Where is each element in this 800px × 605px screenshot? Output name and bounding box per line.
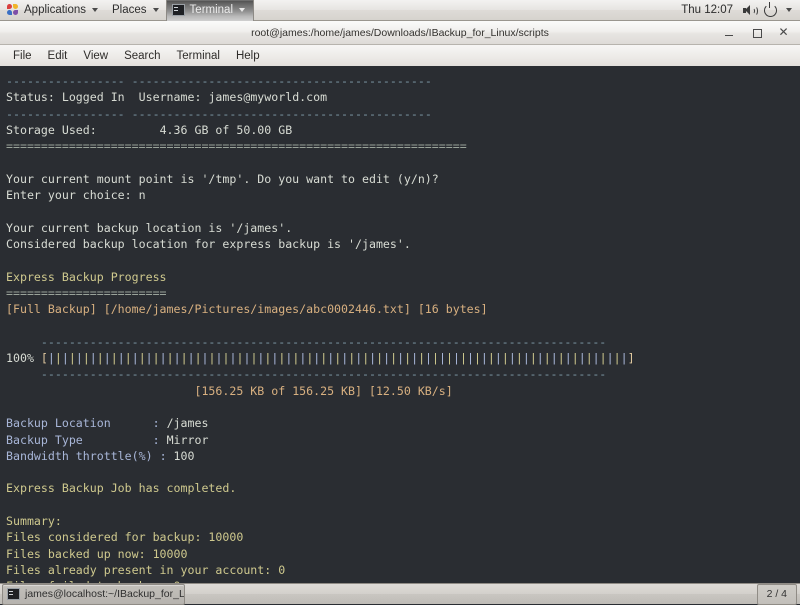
detail-value-0: /james bbox=[167, 416, 209, 430]
progress-bar-fill: ||||||||||||||||||||||||||||||||||||||||… bbox=[48, 351, 628, 365]
window-list-item-terminal[interactable]: james@localhost:~/IBackup_for_Li... bbox=[2, 584, 185, 605]
window-controls: ✕ bbox=[723, 21, 796, 44]
applications-menu[interactable]: Applications bbox=[0, 0, 105, 21]
gap bbox=[111, 416, 153, 430]
gap bbox=[6, 384, 194, 398]
gap bbox=[167, 449, 174, 463]
workspace-indicator-label: 2 / 4 bbox=[767, 588, 787, 600]
volume-icon[interactable] bbox=[743, 5, 756, 16]
storage-used-label: Storage Used: bbox=[6, 123, 97, 137]
separator-line-mid-left: ----------------- bbox=[6, 107, 125, 121]
gap bbox=[160, 433, 167, 447]
menu-edit[interactable]: Edit bbox=[40, 48, 76, 64]
separator-line-mid-right: ----------------------------------------… bbox=[132, 107, 432, 121]
current-file-line: [Full Backup] [/home/james/Pictures/imag… bbox=[6, 302, 488, 316]
summary-line-2: Files already present in your account: 0 bbox=[6, 563, 285, 577]
mount-point-prompt: Your current mount point is '/tmp'. Do y… bbox=[6, 172, 439, 186]
summary-heading: Summary: bbox=[6, 514, 62, 528]
window-title: root@james:/home/james/Downloads/IBackup… bbox=[251, 27, 549, 39]
menu-search[interactable]: Search bbox=[116, 48, 168, 64]
gap bbox=[34, 351, 41, 365]
heavy-rule: ========================================… bbox=[6, 139, 467, 153]
gap bbox=[125, 90, 139, 104]
summary-line-0: Files considered for backup: 10000 bbox=[6, 530, 243, 544]
terminal-screen[interactable]: ----------------- ----------------------… bbox=[0, 67, 800, 585]
chevron-down-icon bbox=[153, 8, 159, 12]
backup-location-line: Your current backup location is '/james'… bbox=[6, 221, 292, 235]
minimize-button[interactable] bbox=[723, 26, 736, 39]
places-menu-label: Places bbox=[112, 4, 147, 16]
gap bbox=[6, 367, 41, 381]
detail-sep-2: : bbox=[160, 449, 167, 463]
progress-heading: Express Backup Progress bbox=[6, 270, 167, 284]
express-location-line: Considered backup location for express b… bbox=[6, 237, 411, 251]
terminal-output: ----------------- ----------------------… bbox=[6, 73, 800, 585]
applications-logo-icon bbox=[7, 4, 19, 16]
window-menu-terminal[interactable]: Terminal bbox=[166, 0, 254, 21]
maximize-button[interactable] bbox=[750, 26, 763, 39]
window-menu-label: Terminal bbox=[190, 4, 233, 16]
progress-close-bracket: ] bbox=[628, 351, 635, 365]
bottom-panel: james@localhost:~/IBackup_for_Li... 2 / … bbox=[0, 583, 800, 604]
menu-view[interactable]: View bbox=[75, 48, 116, 64]
progress-rule-top: ----------------------------------------… bbox=[41, 335, 606, 349]
gap bbox=[97, 123, 160, 137]
terminal-menubar: File Edit View Search Terminal Help bbox=[0, 45, 800, 67]
clock[interactable]: Thu 12:07 bbox=[673, 4, 741, 16]
separator-line-top-left: ----------------- bbox=[6, 74, 125, 88]
choice-line: Enter your choice: n bbox=[6, 188, 146, 202]
system-tray bbox=[741, 4, 800, 17]
terminal-icon bbox=[7, 588, 20, 600]
progress-heading-rule: ======================= bbox=[6, 286, 167, 300]
detail-label-2: Bandwidth throttle(%) bbox=[6, 449, 153, 463]
workspace-switcher[interactable]: 2 / 4 bbox=[757, 584, 797, 605]
detail-value-2: 100 bbox=[174, 449, 195, 463]
close-icon[interactable]: ✕ bbox=[777, 26, 790, 39]
gap bbox=[83, 433, 153, 447]
progress-rule-bottom: ----------------------------------------… bbox=[41, 367, 606, 381]
detail-sep-1: : bbox=[153, 433, 160, 447]
gap bbox=[125, 74, 132, 88]
detail-label-0: Backup Location bbox=[6, 416, 111, 430]
applications-menu-label: Applications bbox=[24, 4, 86, 16]
progress-percent: 100% bbox=[6, 351, 34, 365]
terminal-icon bbox=[172, 4, 185, 16]
status-line: Status: Logged In bbox=[6, 90, 125, 104]
terminal-window: root@james:/home/james/Downloads/IBackup… bbox=[0, 21, 800, 583]
detail-sep-0: : bbox=[153, 416, 160, 430]
terminal-titlebar[interactable]: root@james:/home/james/Downloads/IBackup… bbox=[0, 21, 800, 45]
gap bbox=[125, 107, 132, 121]
menu-terminal[interactable]: Terminal bbox=[169, 48, 228, 64]
gap bbox=[160, 416, 167, 430]
places-menu[interactable]: Places bbox=[105, 0, 166, 21]
gap bbox=[6, 335, 41, 349]
menu-file[interactable]: File bbox=[5, 48, 40, 64]
menu-help[interactable]: Help bbox=[228, 48, 268, 64]
top-panel: Applications Places Terminal Thu 12:07 bbox=[0, 0, 800, 21]
chevron-down-icon bbox=[92, 8, 98, 12]
transfer-stats: [156.25 KB of 156.25 KB] [12.50 KB/s] bbox=[194, 384, 452, 398]
detail-label-1: Backup Type bbox=[6, 433, 83, 447]
job-complete-line: Express Backup Job has completed. bbox=[6, 481, 236, 495]
username-line: Username: james@myworld.com bbox=[139, 90, 327, 104]
summary-line-1: Files backed up now: 10000 bbox=[6, 547, 187, 561]
window-list-item-label: james@localhost:~/IBackup_for_Li... bbox=[25, 588, 185, 600]
chevron-down-icon[interactable] bbox=[786, 8, 792, 12]
detail-value-1: Mirror bbox=[167, 433, 209, 447]
gap bbox=[153, 449, 160, 463]
power-icon[interactable] bbox=[764, 4, 777, 17]
storage-used-value: 4.36 GB of 50.00 GB bbox=[160, 123, 293, 137]
chevron-down-icon bbox=[239, 8, 245, 12]
progress-open-bracket: [ bbox=[41, 351, 48, 365]
separator-line-top-right: ----------------------------------------… bbox=[132, 74, 432, 88]
